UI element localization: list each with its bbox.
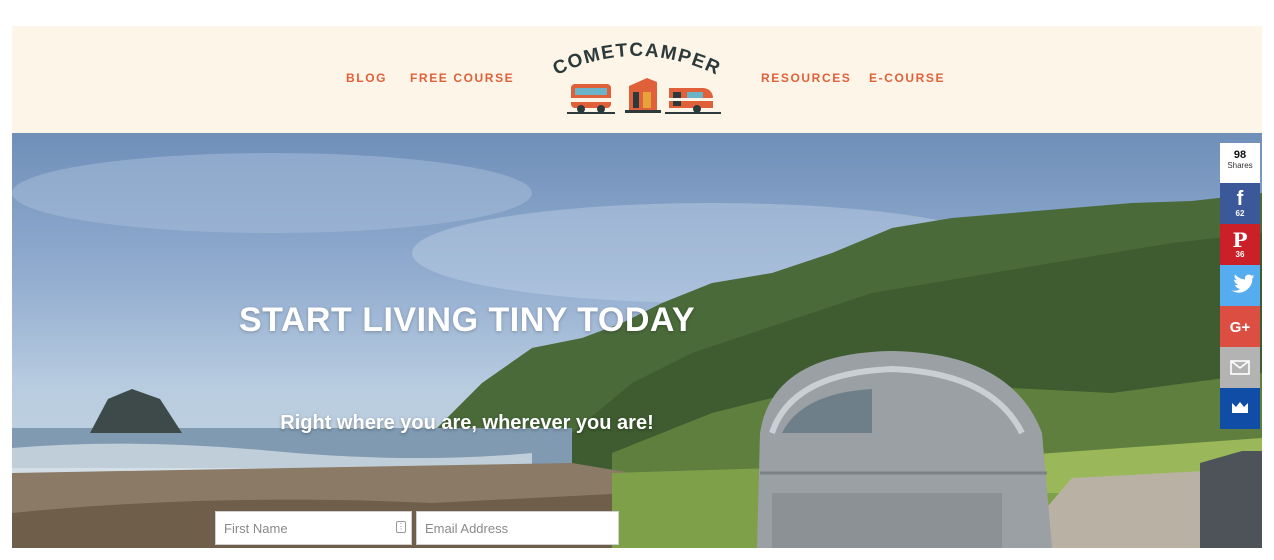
contact-card-icon: ⋮ xyxy=(396,521,406,533)
hero-background-image xyxy=(12,153,1262,548)
page-frame: BLOG FREE COURSE COMETCAMPER RESOURCES E… xyxy=(12,26,1262,548)
sumo-share-button[interactable] xyxy=(1220,388,1260,429)
trailer-icon xyxy=(665,88,721,114)
hero-title: START LIVING TINY TODAY xyxy=(238,301,696,339)
google-plus-share-button[interactable]: G+ xyxy=(1220,306,1260,347)
pinterest-icon: P xyxy=(1232,228,1248,252)
bus-icon xyxy=(567,84,615,114)
email-address-input[interactable] xyxy=(416,511,619,545)
facebook-share-button[interactable]: f 62 xyxy=(1220,183,1260,224)
nav-e-course-link[interactable]: E-COURSE xyxy=(869,71,945,85)
share-total: 98 Shares xyxy=(1220,143,1260,183)
share-total-count: 98 xyxy=(1233,149,1247,161)
logo-wordmark: COMETCAMPER xyxy=(550,40,723,80)
cometcamper-logo[interactable]: COMETCAMPER xyxy=(537,36,737,128)
twitter-icon xyxy=(1231,274,1255,293)
crown-icon xyxy=(1232,402,1248,413)
share-total-label: Shares xyxy=(1227,161,1253,170)
facebook-icon: f xyxy=(1236,188,1244,210)
first-name-input[interactable] xyxy=(215,511,412,545)
pinterest-share-button[interactable]: P 36 xyxy=(1220,224,1260,265)
svg-text:COMETCAMPER: COMETCAMPER xyxy=(550,40,724,80)
hero-subtitle: Right where you are, wherever you are! xyxy=(280,412,654,434)
site-header: BLOG FREE COURSE COMETCAMPER RESOURCES E… xyxy=(12,26,1262,133)
tiny-house-icon xyxy=(625,78,661,113)
email-icon xyxy=(1230,360,1250,375)
nav-resources-link[interactable]: RESOURCES xyxy=(761,71,851,85)
share-sidebar: 98 Shares f 62 P 36 G+ xyxy=(1220,143,1260,429)
hero-section: START LIVING TINY TODAY Right where you … xyxy=(12,133,1262,548)
pinterest-share-count: 36 xyxy=(1235,250,1245,259)
nav-blog-link[interactable]: BLOG xyxy=(346,71,387,85)
twitter-share-button[interactable] xyxy=(1220,265,1260,306)
google-plus-icon: G+ xyxy=(1229,319,1251,336)
facebook-share-count: 62 xyxy=(1235,209,1245,218)
email-share-button[interactable] xyxy=(1220,347,1260,388)
nav-free-course-link[interactable]: FREE COURSE xyxy=(410,71,514,85)
